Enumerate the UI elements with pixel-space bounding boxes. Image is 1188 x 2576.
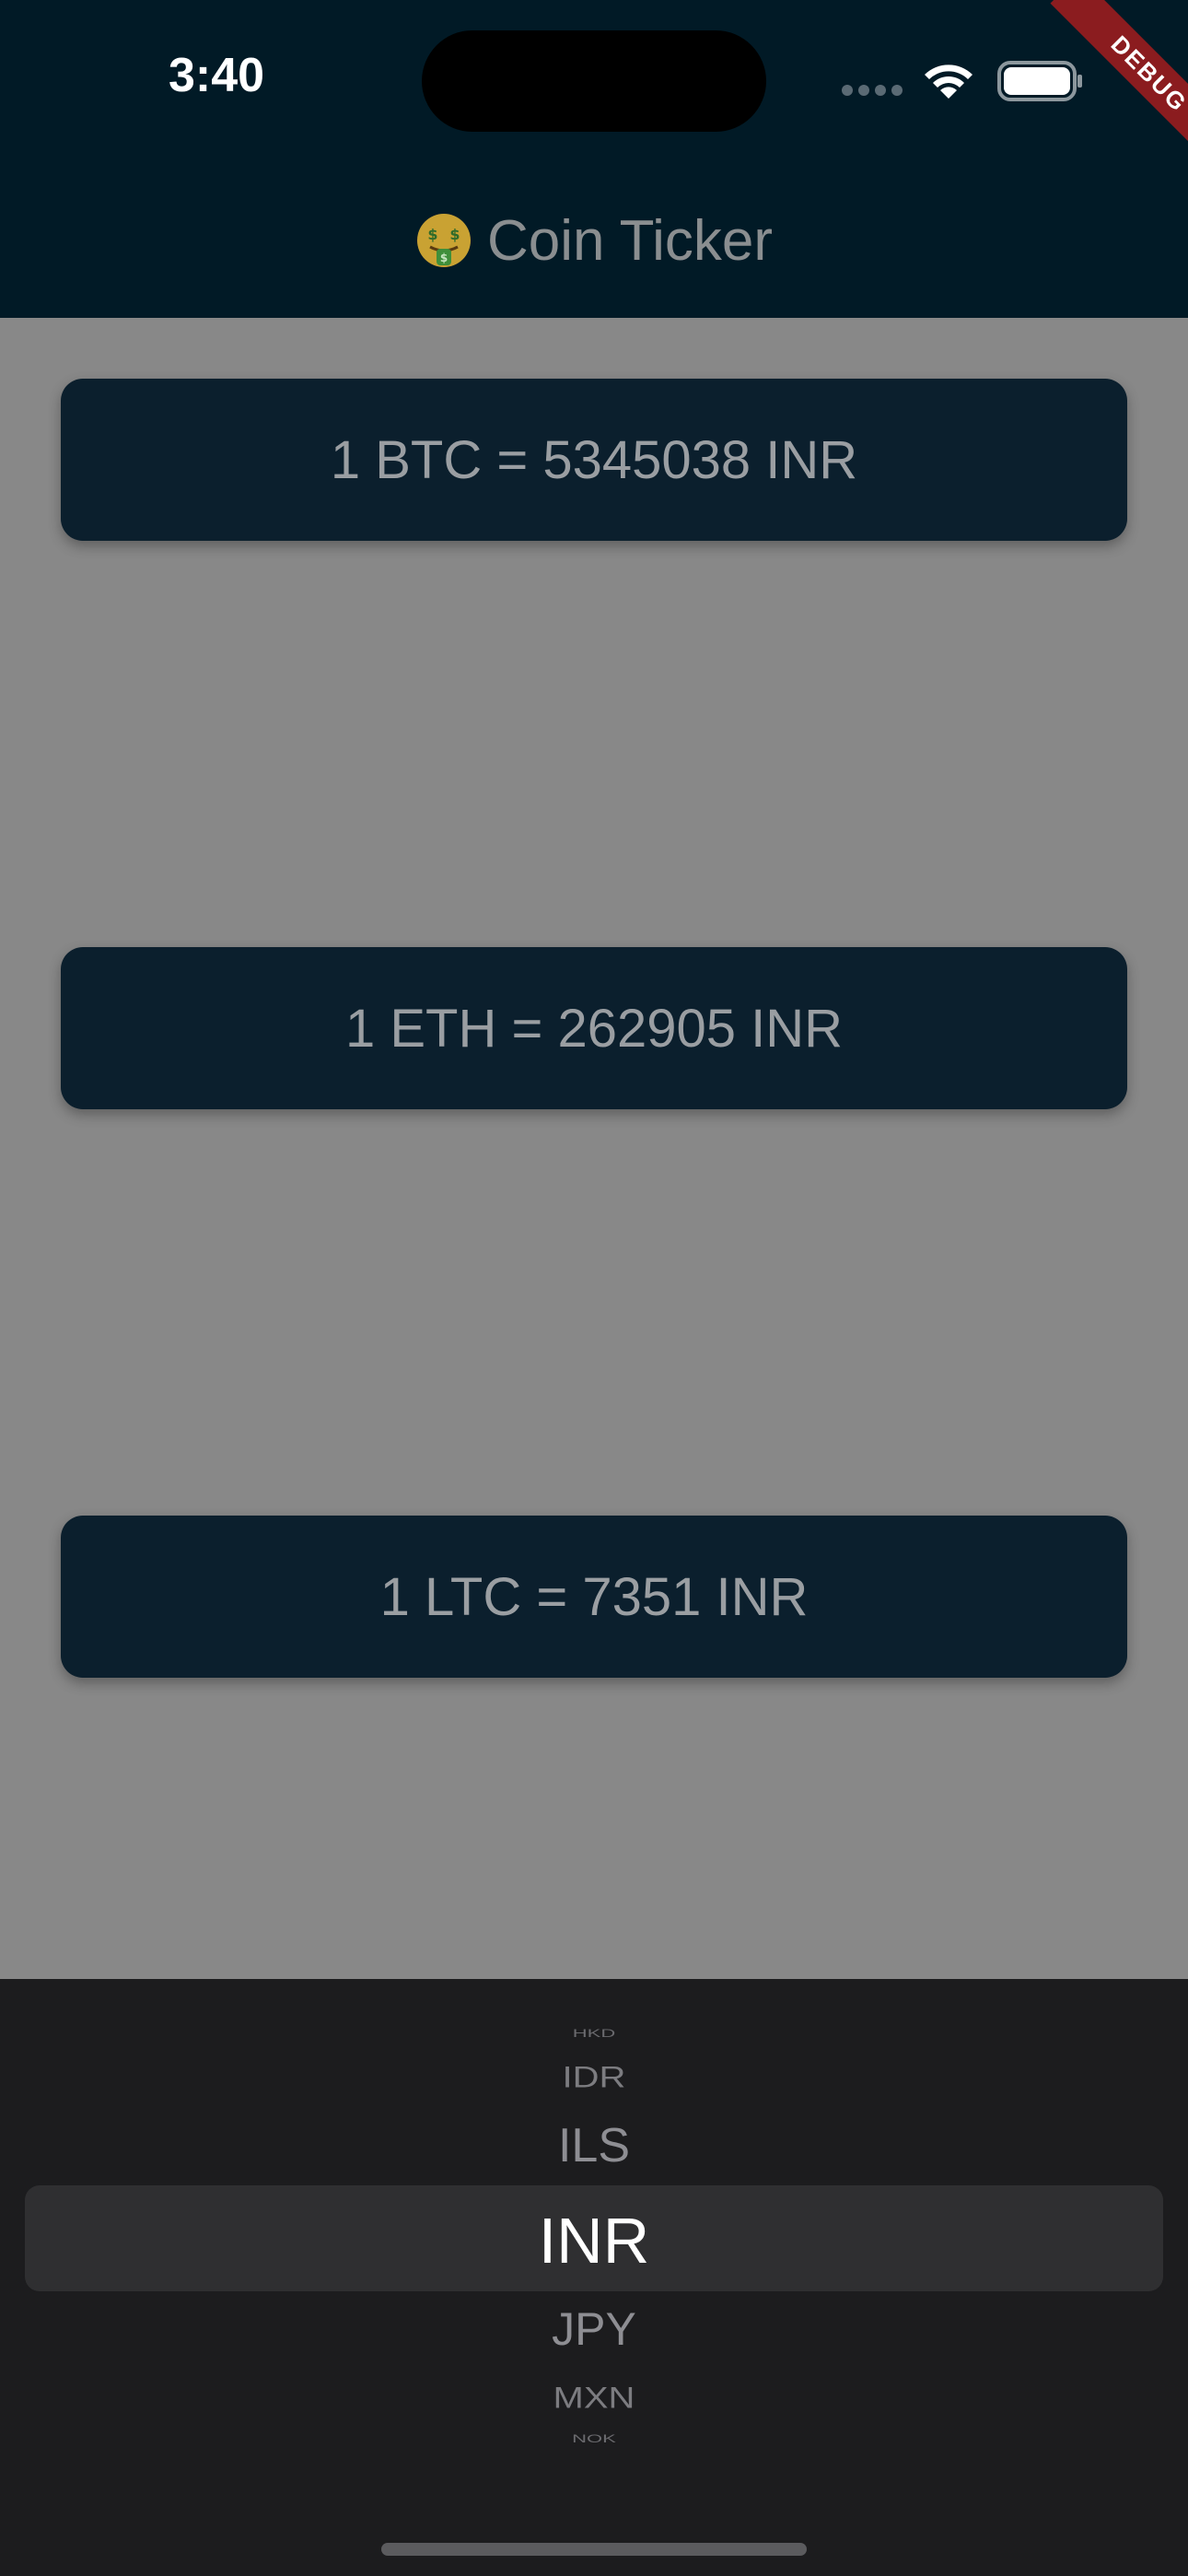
svg-text:$: $	[440, 252, 448, 264]
svg-text:$: $	[427, 226, 437, 243]
app-screen: 3:40 $ $ $ Coin Ticker DEBUG 1 BTC = 534…	[0, 0, 1188, 2576]
rate-card-ltc: 1 LTC = 7351 INR	[61, 1516, 1127, 1678]
wifi-icon	[925, 64, 973, 99]
status-bar-time: 3:40	[169, 49, 265, 102]
money-mouth-face-icon: $ $ $	[416, 214, 471, 267]
picker-option-mxn[interactable]: MXN	[0, 2382, 1188, 2416]
picker-option-inr-selected[interactable]: INR	[0, 2206, 1188, 2276]
rate-label-ltc: 1 LTC = 7351 INR	[379, 1566, 809, 1627]
app-title-text: Coin Ticker	[486, 209, 774, 273]
dynamic-island	[422, 30, 766, 132]
page-title: $ $ $ Coin Ticker	[0, 205, 1188, 278]
picker-option-idr[interactable]: IDR	[0, 2061, 1188, 2095]
home-indicator[interactable]	[381, 2543, 807, 2556]
picker-option-hkd[interactable]: HKD	[0, 2027, 1188, 2040]
rate-label-btc: 1 BTC = 5345038 INR	[330, 429, 858, 490]
rate-card-btc: 1 BTC = 5345038 INR	[61, 379, 1127, 541]
cellular-signal-icon	[842, 85, 903, 98]
svg-text:$: $	[449, 226, 460, 243]
picker-option-ils[interactable]: ILS	[0, 2117, 1188, 2174]
currency-picker[interactable]: HKD IDR ILS INR JPY MXN NOK	[0, 1979, 1188, 2576]
app-bar: 3:40 $ $ $ Coin Ticker	[0, 0, 1188, 318]
rate-card-eth: 1 ETH = 262905 INR	[61, 947, 1127, 1109]
picker-option-nok[interactable]: NOK	[0, 2432, 1188, 2445]
rate-label-eth: 1 ETH = 262905 INR	[344, 998, 843, 1059]
picker-option-jpy[interactable]: JPY	[0, 2301, 1188, 2357]
battery-icon	[997, 61, 1082, 101]
